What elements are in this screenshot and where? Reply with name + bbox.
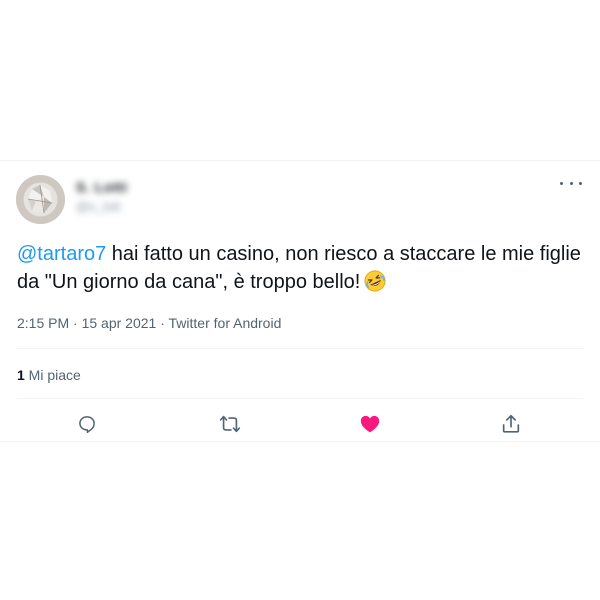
share-icon [502, 414, 520, 433]
like-button[interactable] [359, 413, 381, 435]
display-name[interactable]: S. Lotti [76, 179, 127, 199]
rolling-on-floor-laughing-emoji-icon [364, 270, 386, 300]
meta-separator: · [156, 315, 169, 331]
tweet-source[interactable]: Twitter for Android [169, 315, 282, 331]
tweet-date[interactable]: 15 apr 2021 [82, 315, 157, 331]
divider [17, 348, 583, 349]
retweet-icon [219, 415, 241, 433]
divider [17, 398, 583, 399]
user-info: S. Lotti @s_lott [76, 179, 127, 214]
tweet-time[interactable]: 2:15 PM [17, 315, 69, 331]
more-options-button[interactable] [560, 175, 582, 191]
more-dot-icon [579, 181, 582, 185]
more-dot-icon [560, 181, 563, 185]
retweet-button[interactable] [219, 413, 241, 435]
heart-icon [360, 415, 380, 433]
likes-label: Mi piace [24, 367, 81, 383]
avatar[interactable] [16, 175, 65, 224]
avatar-image [16, 175, 65, 224]
likes-count: 1 [17, 367, 25, 383]
more-dot-icon [569, 181, 573, 185]
reply-button[interactable] [76, 413, 98, 435]
reply-icon [79, 416, 95, 434]
likes-count-row[interactable]: 1 Mi piace [17, 367, 81, 383]
tweet-metadata: 2:15 PM · 15 apr 2021 · Twitter for Andr… [17, 315, 281, 331]
meta-separator: · [69, 315, 82, 331]
tweet-text: @tartaro7 hai fatto un casino, non riesc… [17, 240, 587, 300]
user-handle[interactable]: @s_lott [76, 199, 127, 214]
share-button[interactable] [500, 413, 522, 435]
mention-link[interactable]: @tartaro7 [17, 243, 106, 265]
tweet-card: S. Lotti @s_lott @tartaro7 hai fatto un … [0, 160, 600, 442]
